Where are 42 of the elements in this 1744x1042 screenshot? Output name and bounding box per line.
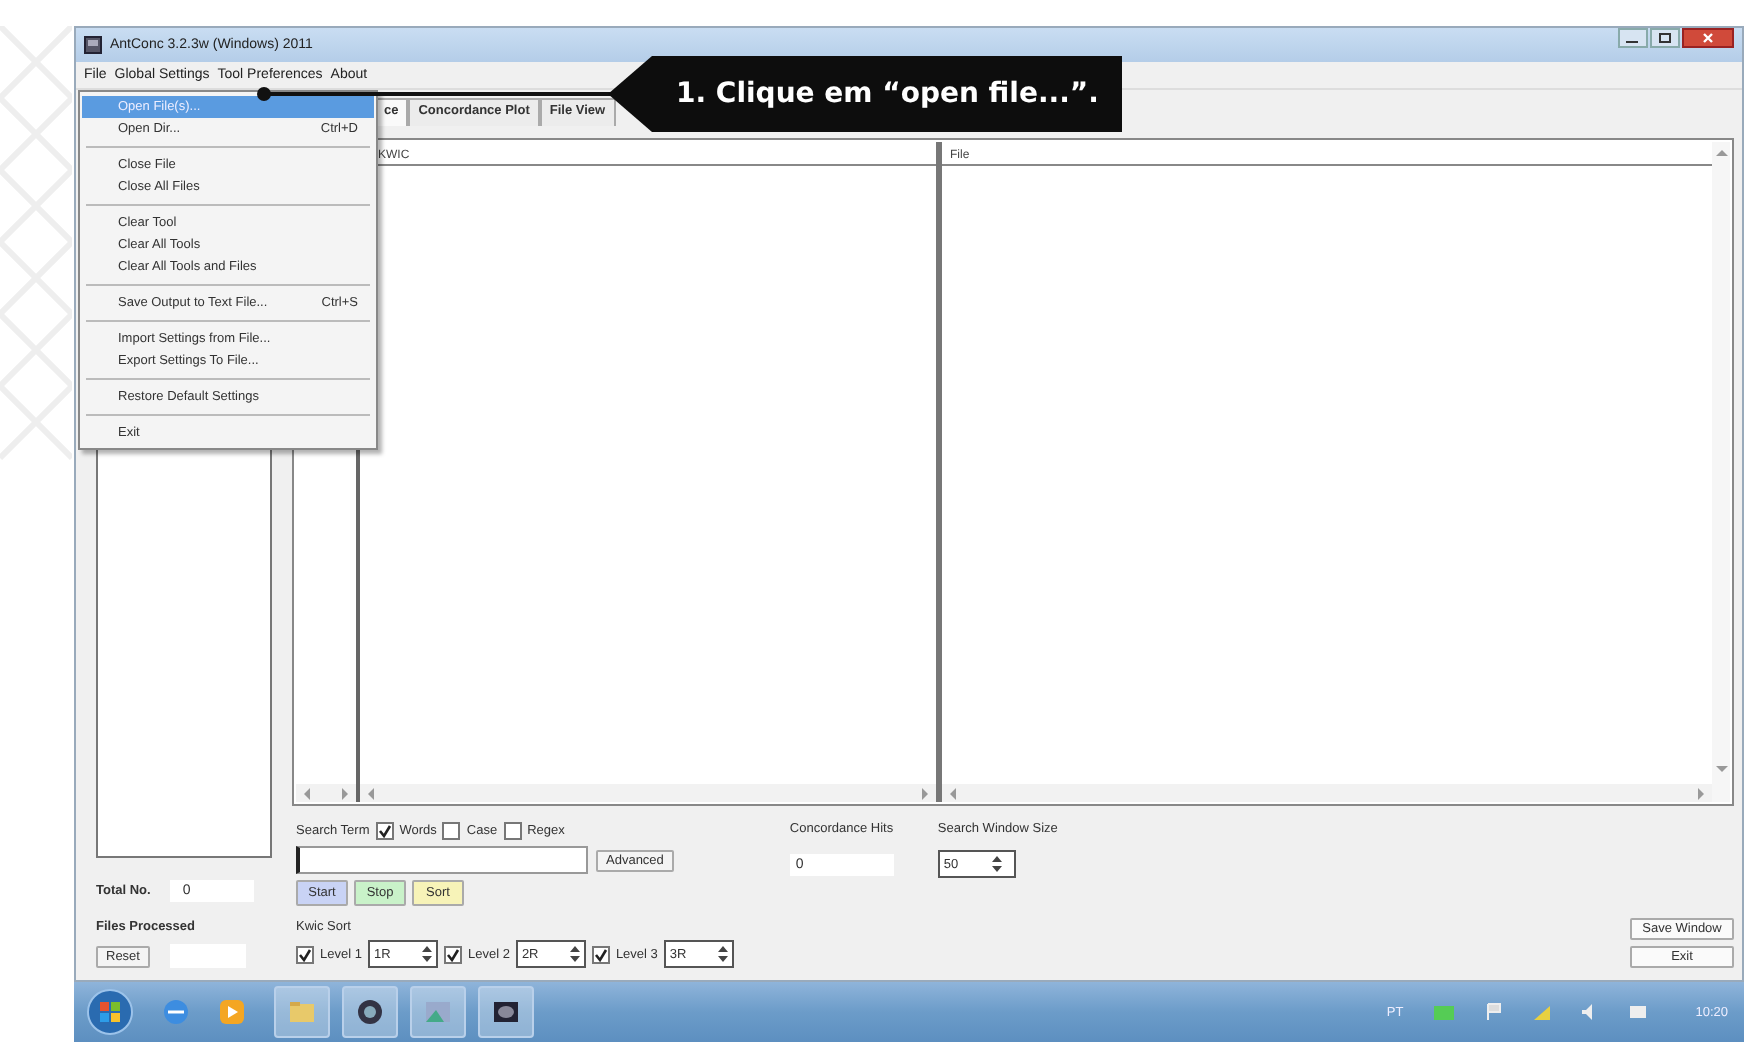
arrow-left-icon xyxy=(302,787,312,799)
signal-icon xyxy=(1531,1002,1552,1022)
arrow-down-icon xyxy=(1715,764,1727,774)
search-field[interactable] xyxy=(296,846,588,874)
checkbox[interactable] xyxy=(296,945,314,963)
check-icon xyxy=(593,947,608,961)
scrollbar[interactable] xyxy=(296,784,356,802)
spin-arrows-icon xyxy=(715,944,730,964)
media-player-icon xyxy=(356,998,384,1026)
minimize-icon xyxy=(1618,28,1648,48)
checkbox[interactable] xyxy=(375,822,394,840)
checkbox[interactable] xyxy=(443,945,462,963)
scrollbar[interactable] xyxy=(1712,141,1730,802)
spin-arrows-icon xyxy=(419,944,434,964)
app-icon xyxy=(492,998,520,1026)
scrollbar[interactable] xyxy=(942,784,1712,802)
arrow-right-icon xyxy=(920,787,930,799)
taskbar-button[interactable] xyxy=(478,986,534,1038)
check-icon xyxy=(445,947,460,961)
arrow-right-icon xyxy=(1696,787,1706,799)
maximize-icon xyxy=(1650,28,1680,48)
arrow-left-icon xyxy=(366,787,376,799)
media-icon xyxy=(218,998,246,1026)
app-icon xyxy=(84,36,102,54)
check-icon xyxy=(377,824,392,838)
spin-arrows-icon xyxy=(989,854,1004,874)
taskbar-button[interactable] xyxy=(342,986,398,1038)
check-icon xyxy=(298,947,312,961)
callout-label: 1. Clique em “open file...”. xyxy=(608,56,1123,132)
checkbox[interactable] xyxy=(503,822,522,840)
arrow-right-icon xyxy=(340,787,350,799)
close-icon xyxy=(1682,28,1734,48)
scrollbar[interactable] xyxy=(360,784,936,802)
flag-icon xyxy=(1483,1002,1504,1022)
start-orb-icon xyxy=(86,988,134,1036)
checkbox[interactable] xyxy=(591,945,610,963)
arrow-up-icon xyxy=(1715,147,1727,158)
folder-icon xyxy=(288,998,316,1026)
arrow-left-icon xyxy=(948,787,958,799)
picture-icon xyxy=(424,998,452,1026)
checkbox[interactable] xyxy=(442,822,461,840)
spin-arrows-icon xyxy=(567,944,582,964)
